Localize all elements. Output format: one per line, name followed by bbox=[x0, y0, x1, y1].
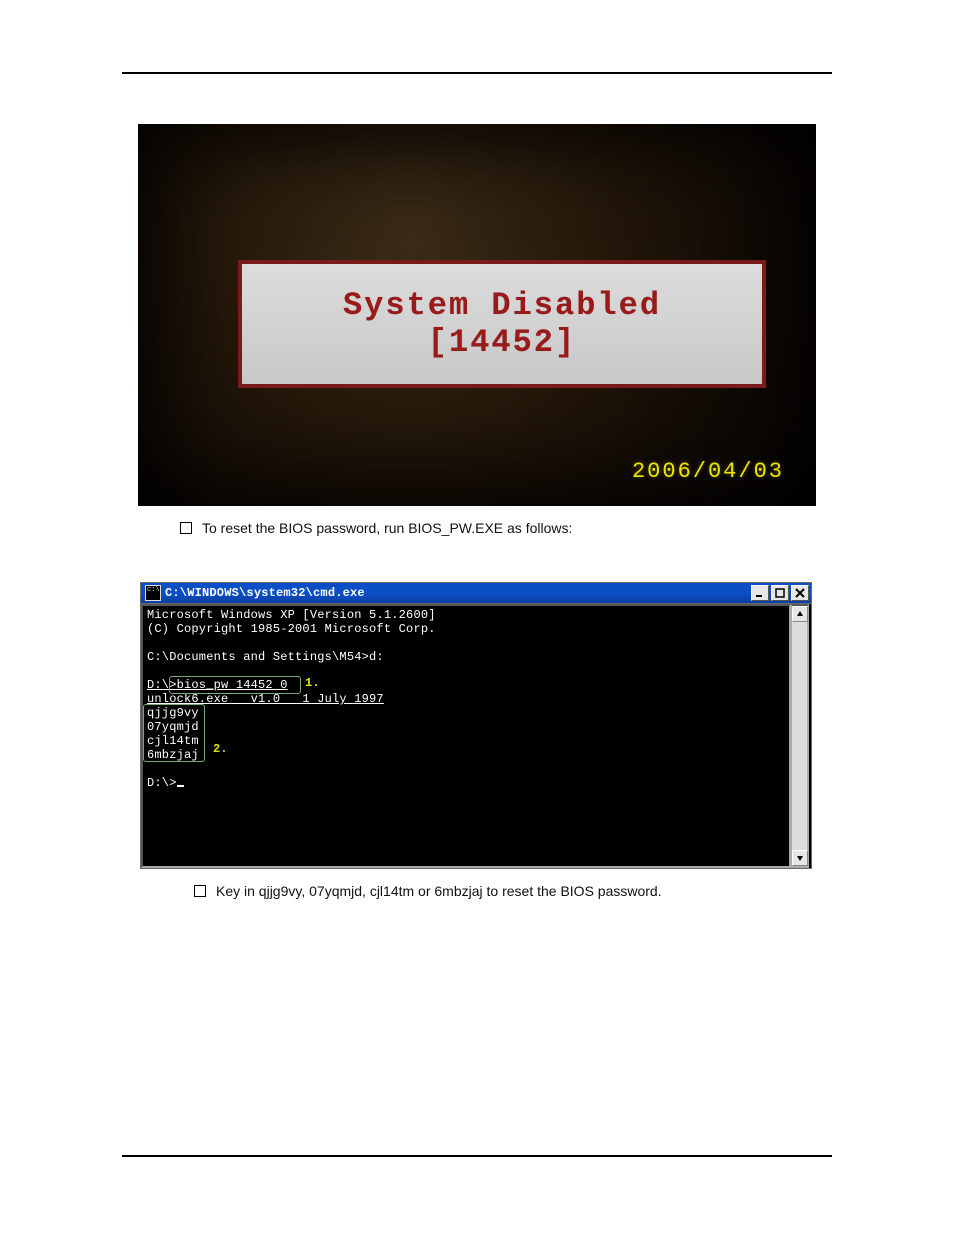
cmd-body: Microsoft Windows XP [Version 5.1.2600] … bbox=[141, 604, 811, 868]
bios-dialog-code: [14452] bbox=[428, 324, 576, 361]
terminal-output[interactable]: Microsoft Windows XP [Version 5.1.2600] … bbox=[141, 604, 791, 868]
cmd-icon bbox=[145, 585, 161, 601]
chevron-down-icon bbox=[796, 854, 804, 862]
window-title: C:\WINDOWS\system32\cmd.exe bbox=[165, 586, 751, 600]
scroll-up-button[interactable] bbox=[792, 606, 808, 622]
chevron-up-icon bbox=[796, 610, 804, 618]
annotation-label-2: 2. bbox=[213, 742, 228, 756]
annotation-box-2 bbox=[143, 704, 205, 762]
maximize-icon bbox=[775, 588, 785, 598]
figure-cmd-window: C:\WINDOWS\system32\cmd.exe Microsoft Wi… bbox=[140, 582, 832, 869]
term-prompt: D:\> bbox=[147, 776, 184, 790]
bios-dialog: System Disabled [14452] bbox=[238, 260, 766, 388]
term-line: Microsoft Windows XP [Version 5.1.2600] bbox=[147, 608, 436, 622]
term-line: (C) Copyright 1985-2001 Microsoft Corp. bbox=[147, 622, 436, 636]
figure-bios-system-disabled: System Disabled [14452] 2006/04/03 bbox=[138, 124, 816, 506]
minimize-icon bbox=[755, 588, 765, 598]
bios-photo: System Disabled [14452] 2006/04/03 bbox=[138, 124, 816, 506]
close-button[interactable] bbox=[791, 585, 809, 601]
square-bullet-icon bbox=[194, 885, 206, 897]
page-footer bbox=[122, 1155, 832, 1161]
step-text: To reset the BIOS password, run BIOS_PW.… bbox=[202, 520, 572, 536]
step-enter-password: Key in qjjg9vy, 07yqmjd, cjl14tm or 6mbz… bbox=[194, 881, 812, 901]
scroll-down-button[interactable] bbox=[792, 850, 808, 866]
cursor-icon bbox=[177, 785, 184, 787]
titlebar: C:\WINDOWS\system32\cmd.exe bbox=[141, 583, 811, 604]
step-text: Key in qjjg9vy, 07yqmjd, cjl14tm or 6mbz… bbox=[216, 883, 662, 899]
annotation-box-1 bbox=[169, 676, 301, 694]
close-icon bbox=[795, 588, 805, 598]
square-bullet-icon bbox=[180, 522, 192, 534]
annotation-label-1: 1. bbox=[305, 676, 320, 690]
vertical-scrollbar[interactable] bbox=[791, 604, 809, 868]
step-run-biospw: To reset the BIOS password, run BIOS_PW.… bbox=[180, 518, 812, 538]
page-header bbox=[122, 54, 832, 74]
term-line: C:\Documents and Settings\M54>d: bbox=[147, 650, 384, 664]
minimize-button[interactable] bbox=[751, 585, 769, 601]
cmd-window: C:\WINDOWS\system32\cmd.exe Microsoft Wi… bbox=[140, 582, 812, 869]
photo-timestamp: 2006/04/03 bbox=[632, 459, 784, 484]
window-buttons bbox=[751, 583, 811, 603]
bios-dialog-title: System Disabled bbox=[343, 287, 661, 324]
maximize-button[interactable] bbox=[771, 585, 789, 601]
